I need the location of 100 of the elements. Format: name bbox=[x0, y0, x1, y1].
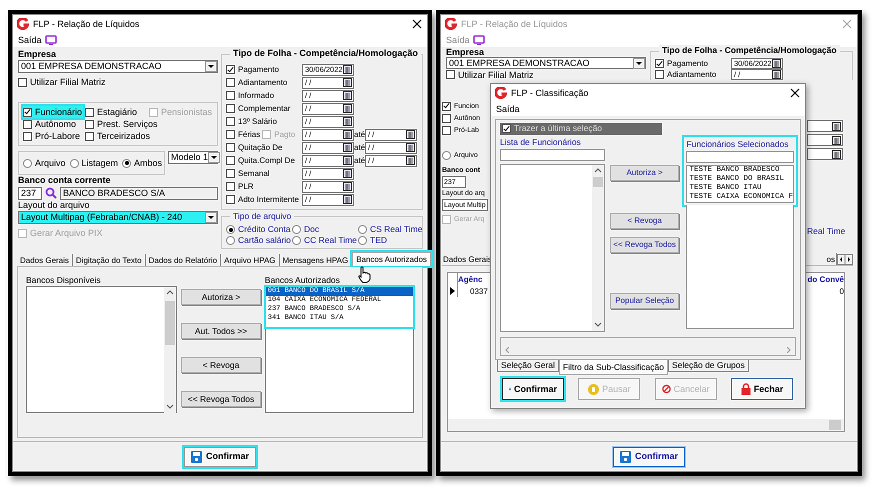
dropdown[interactable]: Modelo 1 bbox=[168, 151, 218, 164]
checkbox[interactable]: Estagiário bbox=[85, 106, 138, 118]
scrollbar[interactable] bbox=[448, 419, 844, 431]
input-field[interactable]: 237 bbox=[18, 186, 42, 200]
calendar-icon bbox=[406, 130, 415, 139]
calendar-icon bbox=[832, 136, 841, 144]
field-label: Empresa bbox=[18, 49, 56, 60]
list-box[interactable] bbox=[500, 164, 605, 332]
calendar-icon bbox=[832, 122, 841, 130]
calendar-icon bbox=[832, 150, 841, 158]
checkbox[interactable]: Adto Intermitente bbox=[226, 194, 300, 206]
table-cell: 0337 bbox=[470, 286, 488, 296]
menu-item[interactable]: Saída bbox=[18, 34, 42, 46]
dropdown[interactable]: 001 EMPRESA DEMONSTRACAO bbox=[18, 60, 218, 73]
save-icon bbox=[190, 450, 202, 462]
button[interactable]: Autoriza > bbox=[181, 289, 261, 305]
button[interactable]: Aut. Todos >> bbox=[181, 323, 261, 339]
tab[interactable]: Filtro da Sub-Classificação bbox=[558, 360, 668, 375]
checkbox[interactable]: Terceirizados bbox=[85, 130, 152, 142]
input-field[interactable]: BANCO BRADESCO S/A bbox=[60, 186, 218, 200]
radio-button[interactable]: Doc bbox=[292, 224, 320, 235]
checkbox[interactable]: Quitação De bbox=[226, 142, 284, 154]
window-title: FLP - Classificação bbox=[511, 88, 590, 98]
calendar-icon bbox=[406, 143, 415, 152]
calendar-icon bbox=[343, 169, 352, 178]
hand-cursor-icon bbox=[357, 266, 371, 283]
checkbox[interactable]: Pagamento bbox=[655, 58, 709, 69]
checkbox[interactable]: Trazer a última seleção bbox=[500, 123, 662, 135]
checkbox[interactable]: Pró-Labore bbox=[23, 130, 82, 142]
checkbox[interactable]: Adiantamento bbox=[226, 76, 288, 88]
checkbox[interactable]: Quita.Compl De bbox=[226, 154, 296, 166]
close-button[interactable]: Fechar bbox=[730, 378, 793, 400]
logo-icon bbox=[495, 87, 507, 99]
button[interactable]: << Revoga Todos bbox=[610, 236, 680, 253]
close-button[interactable] bbox=[412, 19, 422, 29]
menu-item[interactable]: Saída bbox=[496, 104, 520, 114]
list-label: Bancos Autorizados bbox=[264, 275, 340, 286]
checkbox[interactable]: Pagamento bbox=[226, 64, 280, 76]
tab[interactable]: Digitação do Texto bbox=[72, 254, 146, 266]
radio-button[interactable]: CC Real Time bbox=[292, 235, 357, 246]
radio-button[interactable]: Listagem bbox=[70, 158, 118, 168]
field-label: até bbox=[354, 155, 365, 166]
caret-icon bbox=[208, 152, 220, 163]
calendar-icon bbox=[343, 156, 352, 165]
caret-icon bbox=[205, 212, 217, 223]
list-label: Lista de Funcionários bbox=[500, 136, 581, 148]
table-cell: 0 bbox=[840, 286, 844, 296]
column-header: Agênc bbox=[458, 274, 482, 284]
checkbox[interactable]: Informado bbox=[226, 90, 276, 102]
calendar-icon bbox=[343, 78, 352, 87]
window-title: FLP - Relação de Líquidos bbox=[33, 18, 140, 30]
scrollbar[interactable] bbox=[500, 336, 796, 356]
list-box[interactable] bbox=[26, 286, 178, 413]
radio-button[interactable]: Ambos bbox=[122, 158, 162, 168]
button[interactable]: << Revoga Todos bbox=[181, 391, 261, 407]
checkbox[interactable]: 13º Salário bbox=[226, 116, 278, 128]
date-field[interactable] bbox=[807, 134, 843, 146]
tab[interactable]: Seleção Geral bbox=[497, 360, 559, 372]
caret-icon bbox=[205, 61, 217, 72]
confirm-button[interactable]: Confirmar bbox=[502, 378, 564, 400]
tab[interactable]: Seleção de Grupos bbox=[668, 360, 749, 372]
radio-button[interactable]: Crédito Conta bbox=[226, 224, 290, 235]
radio-button[interactable]: Cartão salário bbox=[226, 235, 291, 246]
tab[interactable]: Arquivo HPAG bbox=[221, 254, 280, 266]
radio-button[interactable]: TED bbox=[358, 235, 387, 246]
calendar-icon bbox=[772, 70, 781, 79]
tab[interactable]: Dados do Relatório bbox=[146, 254, 222, 266]
radio-button[interactable]: Arquivo bbox=[23, 158, 66, 168]
checkbox[interactable]: Autônomo bbox=[23, 118, 78, 130]
button[interactable]: < Revoga bbox=[610, 212, 680, 229]
checkbox[interactable]: Utilizar Filial Matriz bbox=[446, 69, 646, 80]
checkbox[interactable]: Utilizar Filial Matriz bbox=[18, 76, 218, 88]
checkbox[interactable]: Adiantamento bbox=[655, 69, 718, 80]
dropdown[interactable]: 001 EMPRESA DEMONSTRACAO bbox=[446, 57, 646, 69]
checkbox[interactable]: Complementar bbox=[226, 102, 292, 114]
calendar-icon bbox=[343, 65, 352, 74]
date-field[interactable] bbox=[807, 148, 843, 160]
dropdown[interactable]: Layout Multipag (Febraban/CNAB) - 240 bbox=[18, 211, 218, 224]
close-button[interactable] bbox=[790, 88, 800, 98]
button[interactable]: Autoriza > bbox=[610, 164, 680, 181]
calendar-icon bbox=[772, 59, 781, 68]
button[interactable]: < Revoga bbox=[181, 357, 261, 373]
cancel-button: Cancelar bbox=[654, 378, 717, 400]
checkbox[interactable]: Funcionário bbox=[23, 106, 84, 118]
checkbox[interactable]: Férias bbox=[226, 128, 262, 140]
button[interactable]: Popular Seleção bbox=[610, 292, 680, 309]
tab[interactable]: Bancos Autorizados bbox=[352, 252, 431, 266]
tab[interactable]: Dados Gerais bbox=[17, 254, 73, 266]
checkbox[interactable]: PLR bbox=[226, 180, 255, 192]
search-field[interactable] bbox=[500, 148, 605, 161]
confirm-button[interactable]: Confirmar bbox=[184, 446, 256, 466]
confirm-button[interactable]: Confirmar bbox=[612, 446, 685, 466]
pause-icon bbox=[588, 384, 600, 394]
checkbox[interactable]: Prest. Serviços bbox=[85, 118, 159, 130]
search-field[interactable] bbox=[686, 150, 794, 163]
radio-button[interactable]: CS Real Time bbox=[358, 224, 422, 235]
date-field[interactable] bbox=[807, 120, 843, 132]
field-label: Empresa bbox=[446, 47, 484, 57]
group-title: Tipo de arquivo bbox=[230, 211, 294, 222]
checkbox[interactable]: Semanal bbox=[226, 168, 271, 180]
